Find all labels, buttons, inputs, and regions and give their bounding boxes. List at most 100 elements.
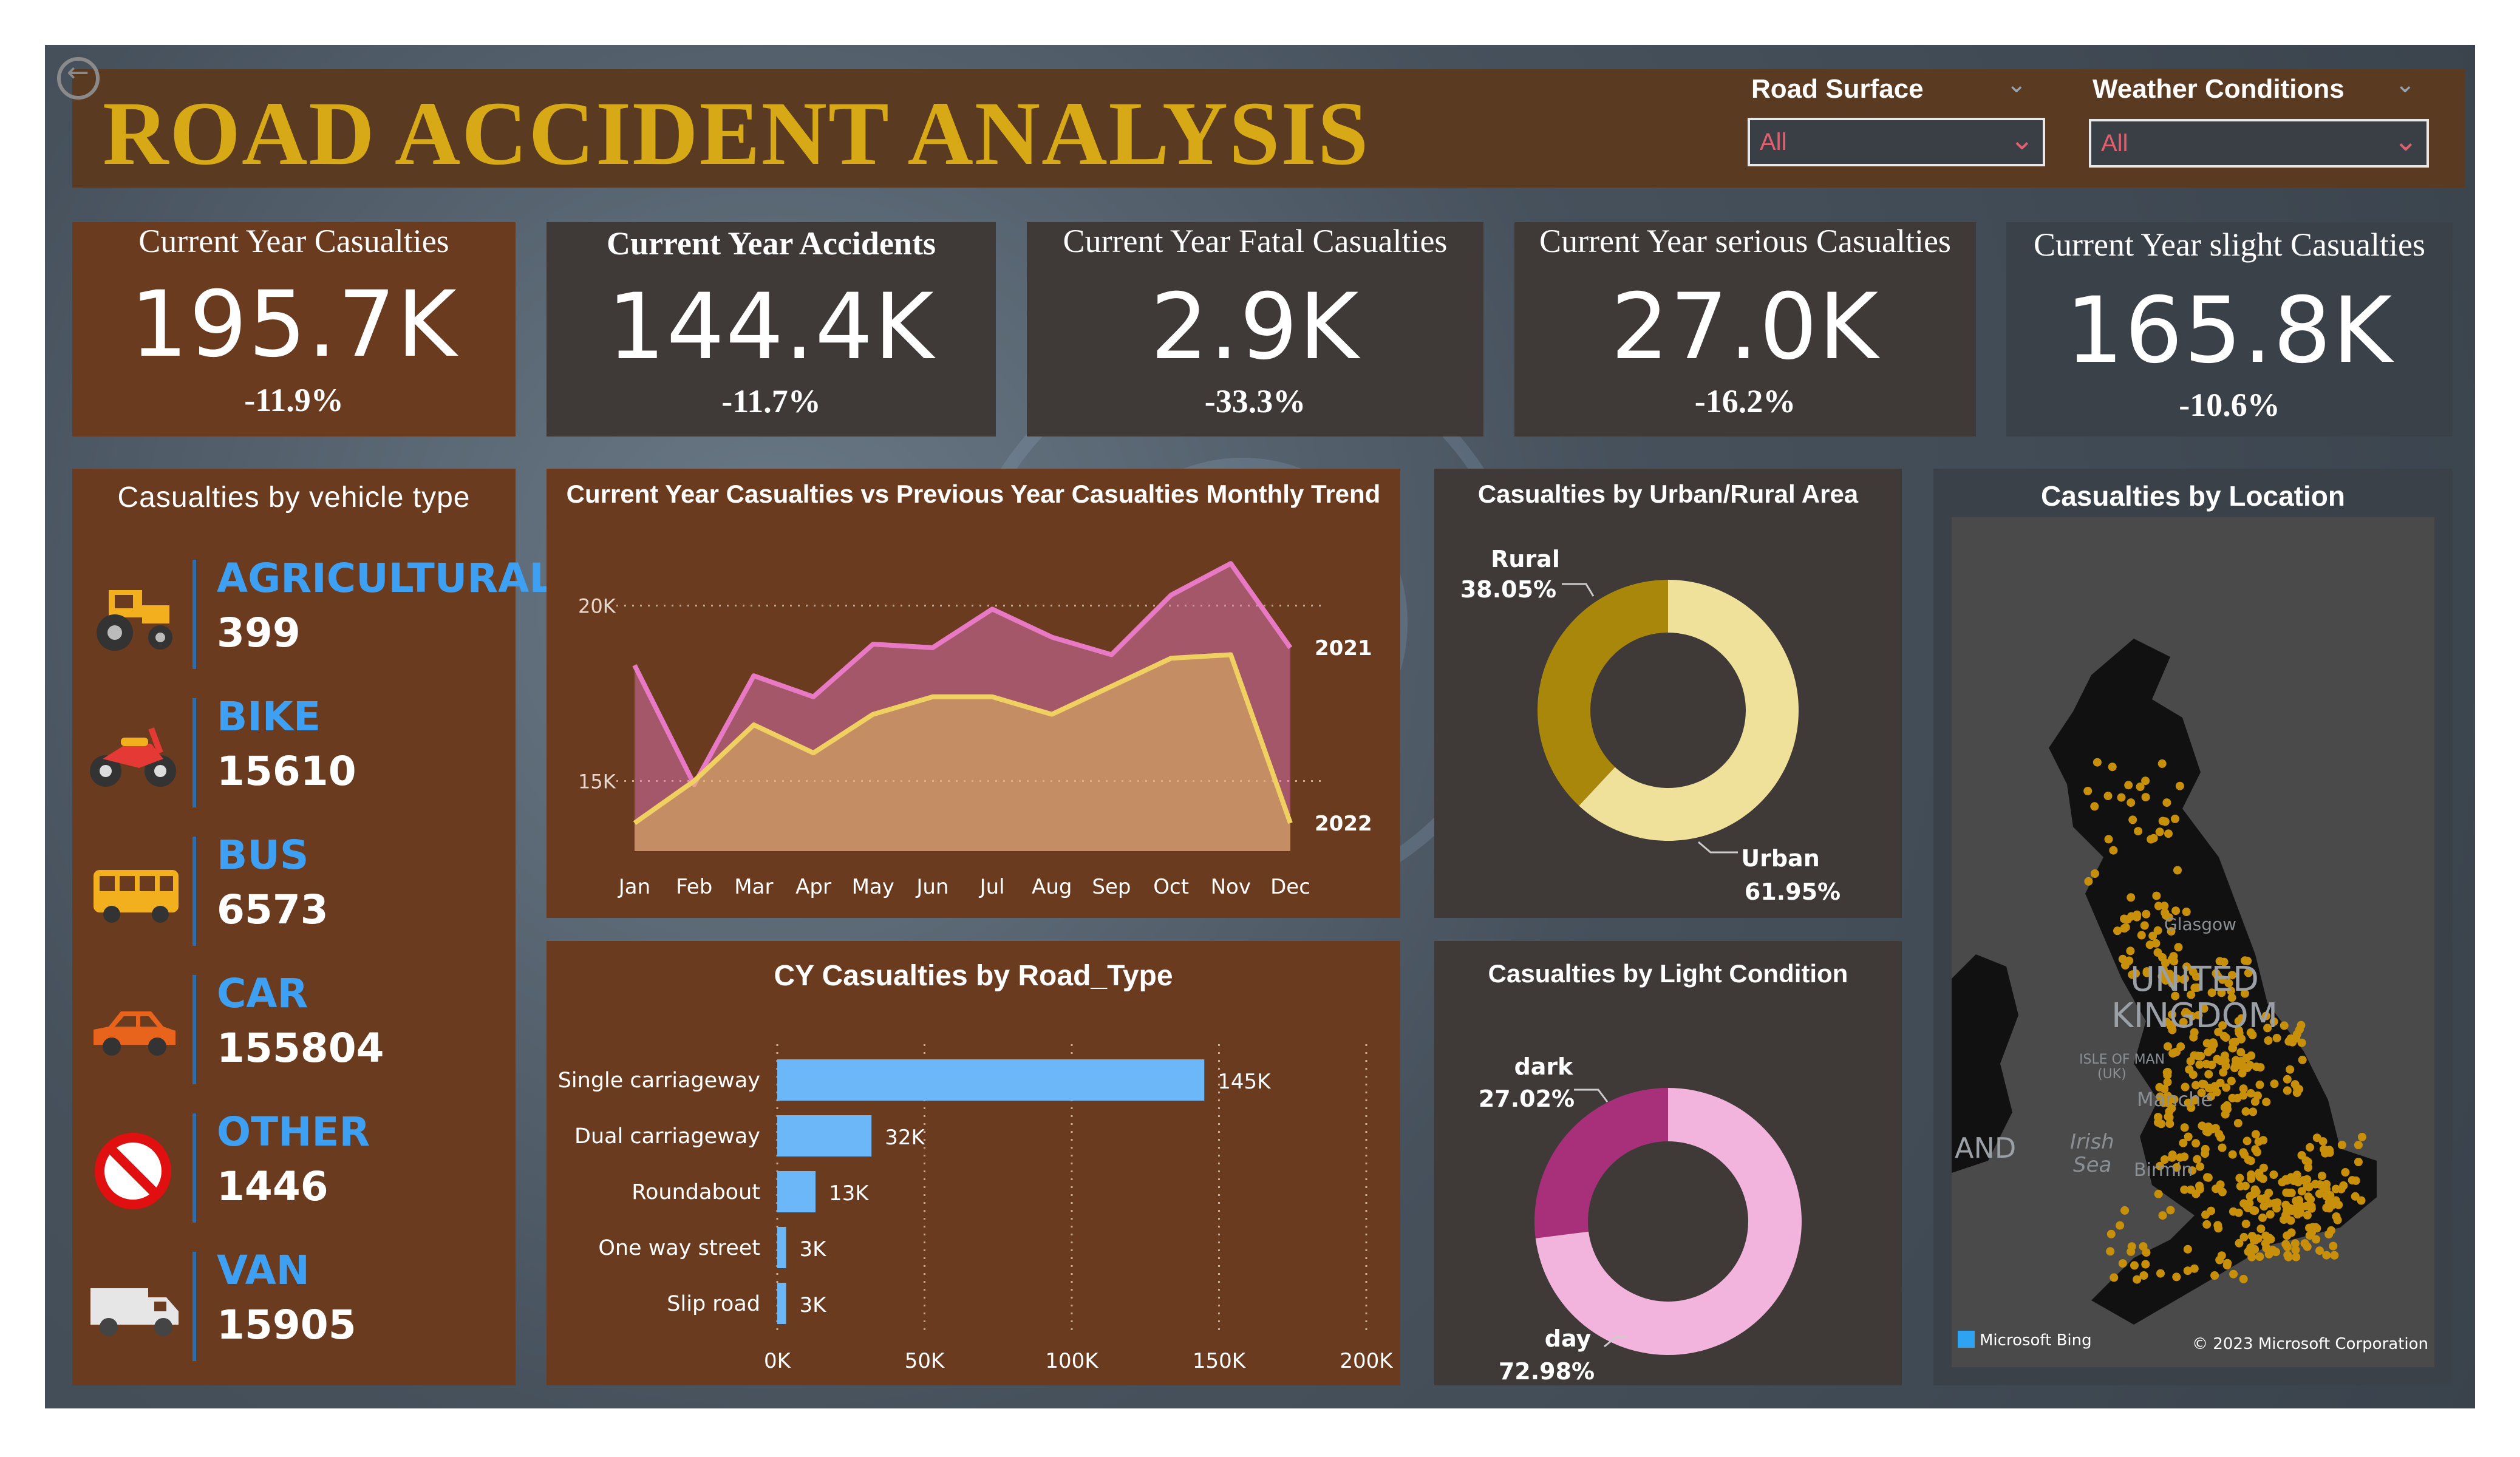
location-dot [2287, 1228, 2296, 1237]
monthly-trend-chart[interactable]: 15K 20K 2021 2022 Jan Feb Mar Apr May Jun Jul Aug Se… [547, 469, 1400, 918]
location-dot [2241, 1220, 2250, 1229]
bar[interactable] [777, 1059, 1205, 1101]
location-dot [2184, 1132, 2193, 1141]
map-label-isle-of-man: ISLE OF MAN [2079, 1052, 2165, 1067]
kpi-card-accidents[interactable]: Current Year Accidents 144.4K -11.7% [547, 222, 996, 436]
van-icon [90, 1288, 179, 1336]
chevron-down-icon[interactable]: ⌄ [2006, 70, 2027, 98]
location-dot [2084, 877, 2093, 886]
location-dot [2121, 923, 2130, 932]
location-dot [2307, 1204, 2316, 1213]
location-dot [2123, 915, 2133, 924]
vehicle-row-other[interactable]: OTHER 1446 [72, 1101, 516, 1235]
vehicle-row-bike[interactable]: BIKE 15610 [72, 686, 516, 820]
location-dot [2286, 1065, 2295, 1074]
road-surface-dropdown[interactable]: All ⌄ [1748, 118, 2045, 166]
location-dot [2249, 1206, 2258, 1215]
location-dot [2157, 1119, 2166, 1129]
uk-map[interactable]: UNITED KINGDOM Glasgow ISLE OF MAN (UK) … [1952, 517, 2434, 1367]
location-dot [2090, 869, 2099, 878]
location-dot [2141, 793, 2150, 802]
location-dot [2258, 1213, 2267, 1222]
vehicle-value: 155804 [217, 1025, 384, 1072]
bar[interactable] [777, 1115, 872, 1156]
motorbike-icon [90, 727, 176, 787]
location-dot [2244, 1247, 2253, 1256]
back-arrow-icon[interactable] [57, 57, 100, 100]
weather-conditions-label: Weather Conditions [2093, 74, 2345, 104]
location-dot [2153, 926, 2162, 935]
kpi-card-casualties[interactable]: Current Year Casualties 195.7K -11.9% [72, 222, 516, 436]
light-condition-card: Casualties by Light Condition dark 27.02%… [1434, 941, 1902, 1385]
bar[interactable] [777, 1227, 786, 1268]
location-dot [2193, 1155, 2202, 1164]
road-surface-label: Road Surface [1751, 74, 1924, 104]
location-dot [2289, 1177, 2298, 1186]
location-dot [2337, 1141, 2346, 1149]
location-dot [2259, 1136, 2268, 1145]
monthly-trend-card: Current Year Casualties vs Previous Year… [547, 469, 1400, 918]
map-copyright: © 2023 Microsoft Corporation [2192, 1335, 2428, 1353]
chevron-down-icon[interactable]: ⌄ [2395, 70, 2416, 98]
location-dot [2213, 1221, 2222, 1230]
location-dot [2204, 1173, 2213, 1182]
location-dot [2228, 1150, 2237, 1159]
label-day-pct: 72.98% [1499, 1358, 1595, 1385]
vehicle-name: BIKE [217, 693, 321, 740]
location-dot [2287, 1206, 2297, 1215]
location-dot [2259, 1163, 2268, 1172]
weather-conditions-dropdown[interactable]: All ⌄ [2089, 119, 2429, 168]
page-title: ROAD ACCIDENT ANALYSIS [103, 83, 1370, 184]
vehicle-row-van[interactable]: VAN 15905 [72, 1240, 516, 1373]
location-dot [2337, 1184, 2346, 1194]
location-dot [2258, 1174, 2267, 1183]
light-condition-donut[interactable]: dark 27.02% day 72.98% [1434, 941, 1902, 1385]
location-dot [2332, 1212, 2341, 1221]
location-dot [2223, 1105, 2232, 1114]
vehicle-row-bus[interactable]: BUS 6573 [72, 824, 516, 958]
kpi-card-slight[interactable]: Current Year slight Casualties 165.8K -1… [2006, 222, 2453, 436]
category-label: Slip road [667, 1292, 760, 1316]
location-dot [2110, 1273, 2119, 1282]
donut-slice-rural[interactable] [1538, 580, 1668, 806]
location-dot [2354, 1158, 2363, 1166]
location-dot [2236, 1048, 2246, 1057]
location-dot [2239, 1091, 2248, 1100]
kpi-delta: -10.6% [2179, 387, 2280, 423]
kpi-card-serious[interactable]: Current Year serious Casualties 27.0K -1… [1514, 222, 1976, 436]
location-dot [2295, 1085, 2304, 1094]
car-icon [94, 1011, 175, 1056]
location-dot [2270, 1079, 2279, 1089]
urban-rural-donut[interactable]: Rural 38.05% Urban 61.95% [1434, 469, 1902, 918]
location-dot [2090, 802, 2099, 811]
location-dot [2229, 1207, 2238, 1216]
location-dot [2216, 1133, 2225, 1142]
kpi-value: 195.7K [130, 272, 458, 378]
location-dot [2140, 921, 2149, 930]
x-tick-label: Sep [1092, 875, 1131, 899]
location-dot [2180, 1185, 2189, 1194]
vehicle-row-car[interactable]: CAR 155804 [72, 963, 516, 1096]
location-dot [2180, 1123, 2189, 1132]
location-dot [2295, 1199, 2304, 1208]
location-dot [2312, 1235, 2321, 1244]
kpi-card-fatal[interactable]: Current Year Fatal Casualties 2.9K -33.3… [1027, 222, 1483, 436]
data-label: 32K [885, 1126, 925, 1150]
prohibited-icon [95, 1133, 171, 1209]
location-dot [2137, 931, 2146, 940]
location-dot [2284, 1189, 2294, 1197]
map-label-sea: Sea [2073, 1153, 2111, 1177]
location-dot [2256, 1194, 2266, 1203]
location-dot [2256, 1063, 2265, 1072]
bar[interactable] [777, 1283, 786, 1324]
location-dot [2298, 1055, 2307, 1064]
location-dot [2253, 1091, 2262, 1100]
location-dot [2264, 1036, 2273, 1045]
road-type-bar-chart[interactable]: 0K 50K 100K 150K 200K Single carriageway 145K D… [547, 941, 1400, 1385]
bar[interactable] [777, 1171, 816, 1212]
location-dot [2126, 946, 2135, 956]
location-dot [2193, 1051, 2202, 1061]
location-dot [2280, 1021, 2289, 1030]
location-dot [2173, 866, 2182, 875]
vehicle-row-agricultural[interactable]: AGRICULTURAL 399 [72, 548, 554, 681]
